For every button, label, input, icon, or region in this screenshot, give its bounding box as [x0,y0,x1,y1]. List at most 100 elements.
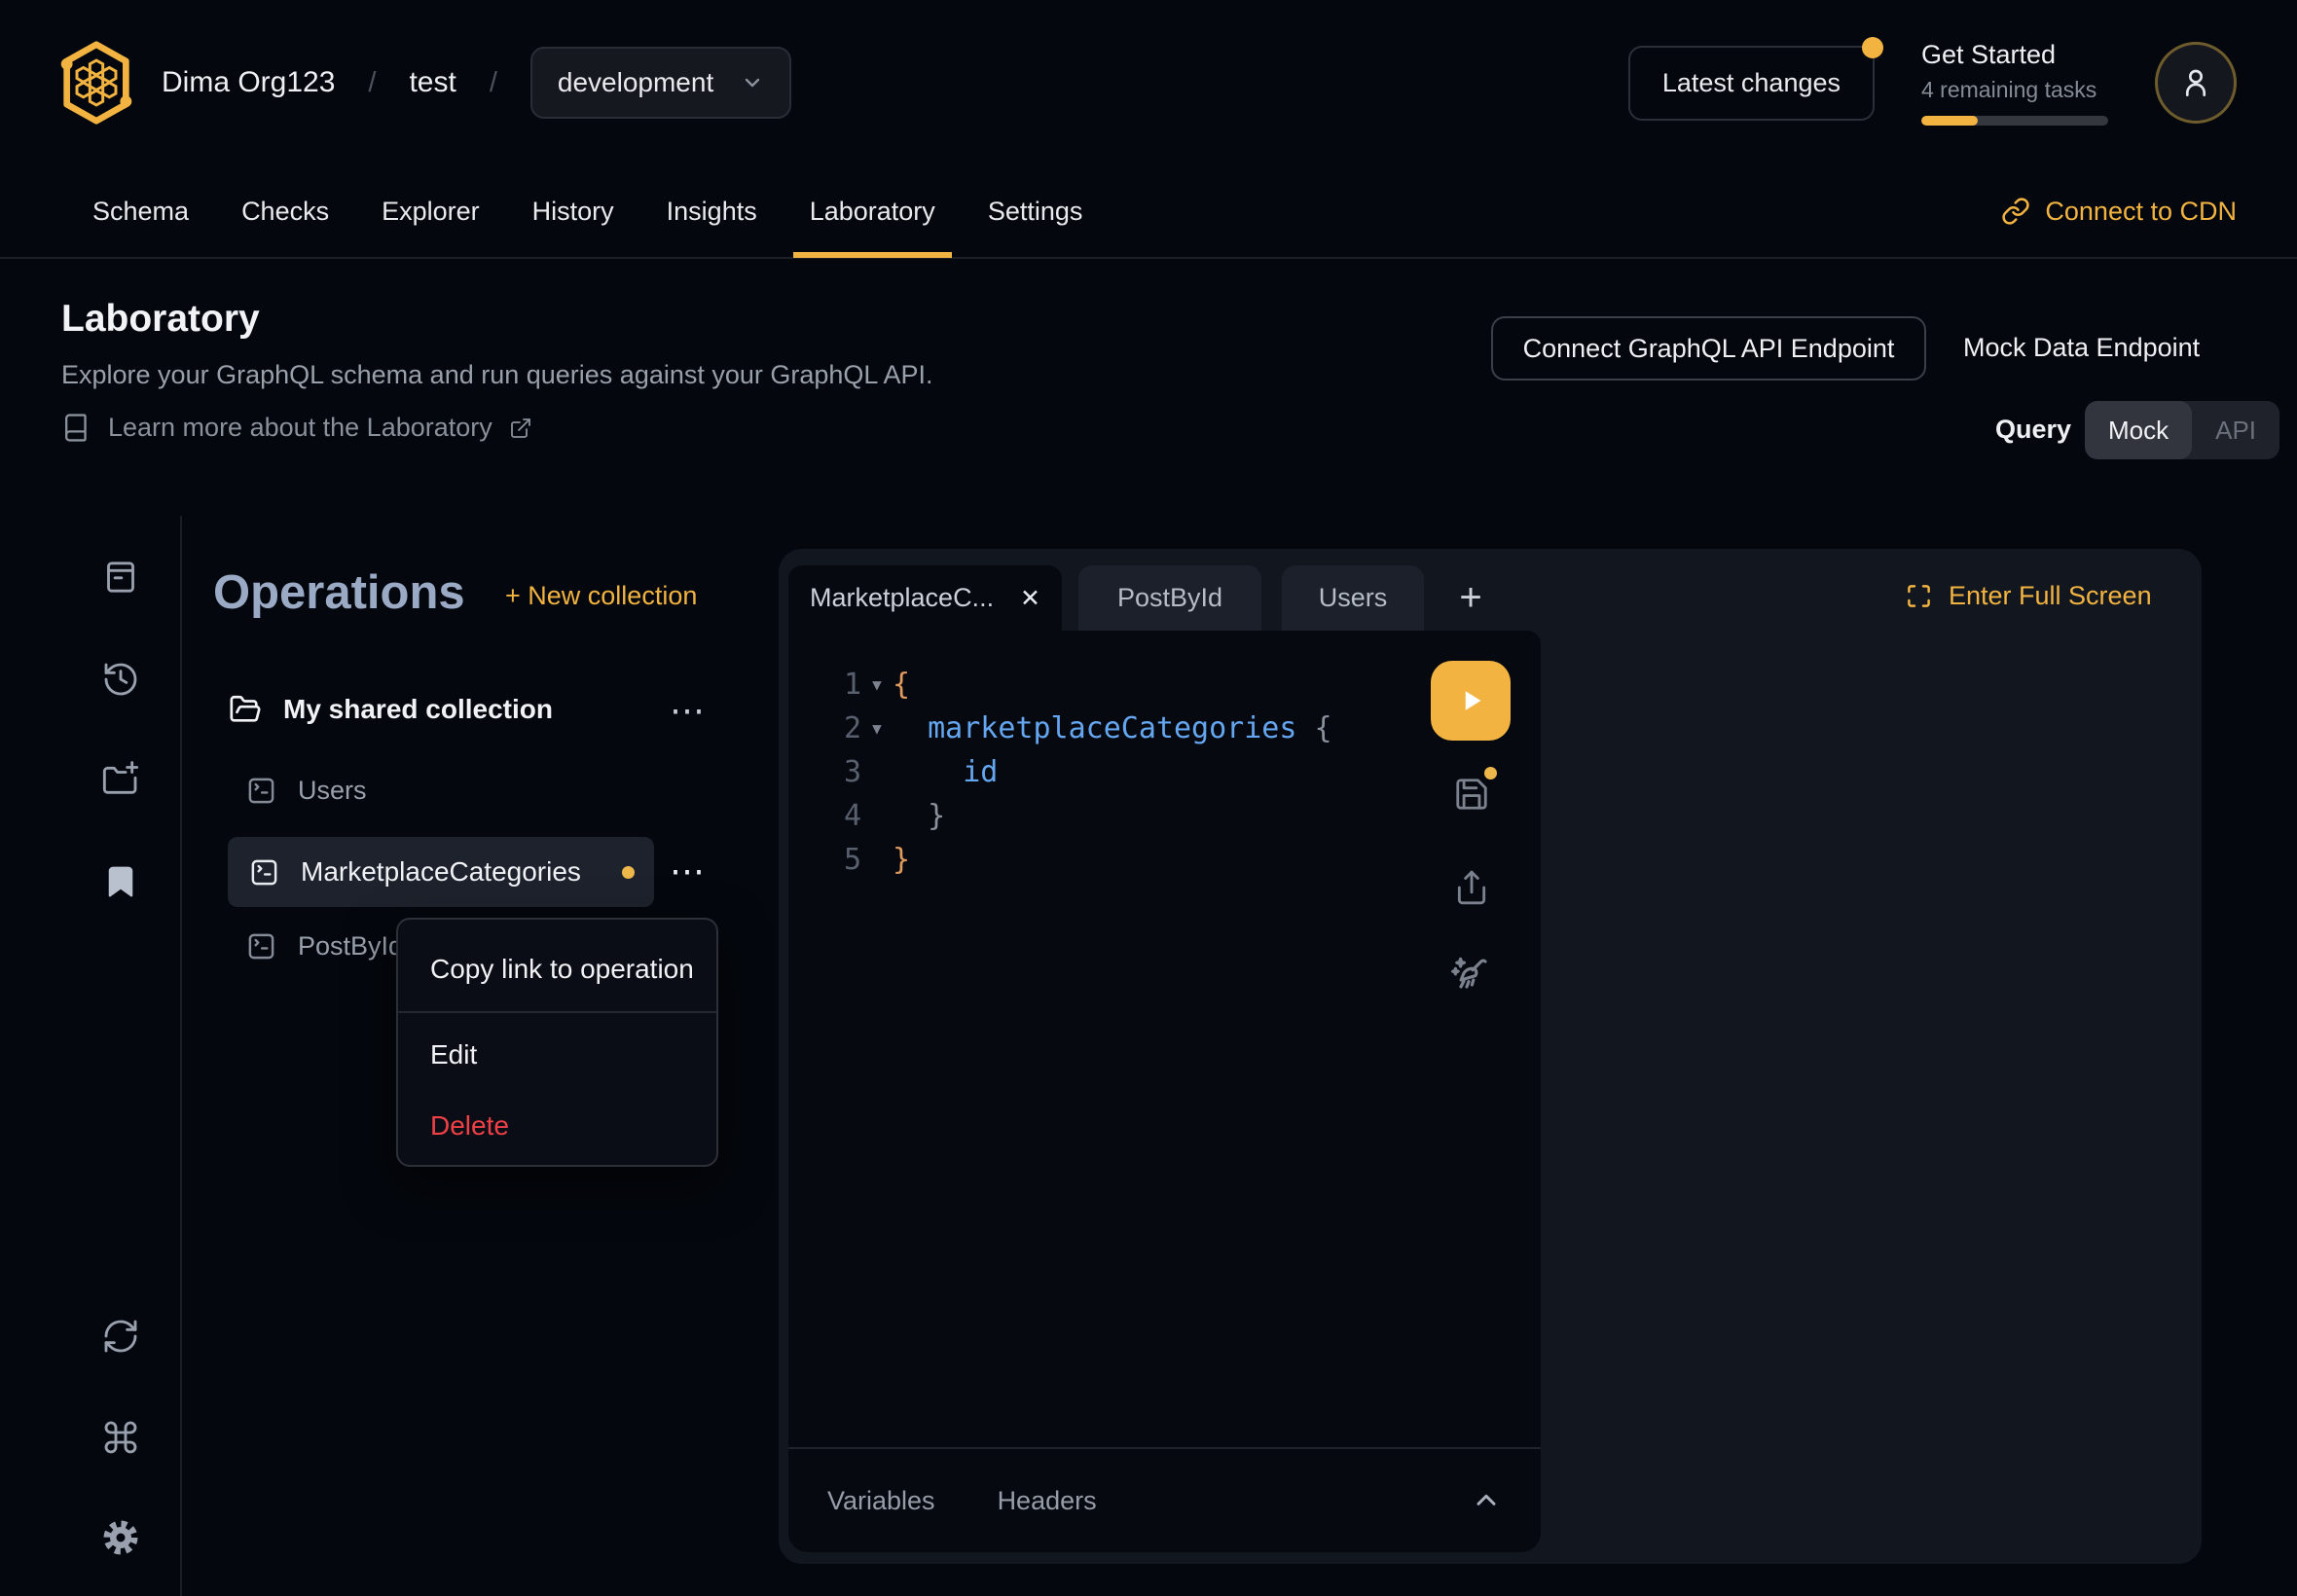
latest-changes-button[interactable]: Latest changes [1628,46,1875,121]
query-mode-api[interactable]: API [2192,401,2279,459]
hive-logo-icon[interactable] [60,40,132,126]
menu-item-delete[interactable]: Delete [430,1110,509,1142]
query-mode-toggle: Mock API [2085,401,2279,459]
editor-tab-label: PostById [1117,583,1222,613]
tab-insights[interactable]: Insights [650,164,774,258]
connect-graphql-endpoint-button[interactable]: Connect GraphQL API Endpoint [1491,316,1926,381]
unsaved-changes-dot [1484,767,1497,780]
breadcrumb-separator: / [490,67,497,99]
operation-item-postbyid[interactable]: PostById [246,931,403,961]
query-editor[interactable]: 1 ▼ { 2 ▼ marketplaceCategories { 3 id 4 [788,631,1541,1552]
notification-dot [1862,37,1883,58]
tab-explorer[interactable]: Explorer [365,164,496,258]
get-started-progress-track [1921,116,2108,126]
collapse-panel-chevron-up-icon[interactable] [1471,1485,1502,1516]
link-icon [2001,197,2030,226]
learn-more-link[interactable]: Learn more about the Laboratory [61,413,532,443]
environment-dropdown[interactable]: development [530,47,791,119]
operation-item-users[interactable]: Users [246,776,367,806]
query-mode-mock[interactable]: Mock [2085,401,2192,459]
tab-headers[interactable]: Headers [998,1486,1097,1516]
external-link-icon [509,417,532,440]
user-avatar[interactable] [2155,42,2237,124]
folder-open-icon [229,693,262,726]
query-mode-label: Query [1995,415,2071,445]
editor-tab-marketplacecategories[interactable]: MarketplaceC... ✕ [788,565,1062,631]
collection-name: My shared collection [283,694,553,725]
environment-dropdown-value: development [558,67,713,98]
mock-data-endpoint-button[interactable]: Mock Data Endpoint [1963,333,2200,363]
share-operation-button[interactable] [1453,869,1490,906]
operation-context-menu: Copy link to operation Edit Delete [396,918,718,1167]
save-operation-button[interactable] [1453,776,1490,813]
tab-schema[interactable]: Schema [76,164,205,258]
breadcrumb-project[interactable]: test [409,66,456,99]
editor-tab-postbyid[interactable]: PostById [1078,565,1261,631]
play-icon [1453,683,1488,718]
code-lines: 1 ▼ { 2 ▼ marketplaceCategories { 3 id 4 [788,663,1541,882]
operation-label: MarketplaceCategories [301,856,581,888]
tab-checks[interactable]: Checks [225,164,346,258]
new-collection-button[interactable]: + New collection [505,581,697,611]
chevron-down-icon [741,71,764,94]
fold-arrow-icon[interactable]: ▼ [861,675,893,694]
add-tab-button[interactable]: + [1443,565,1498,631]
breadcrumb-org[interactable]: Dima Org123 [162,66,335,99]
refresh-icon[interactable] [101,1317,140,1356]
get-started-title: Get Started [1921,40,2108,70]
fold-arrow-icon[interactable]: ▼ [861,719,893,738]
line-number: 5 [788,843,861,877]
get-started-widget[interactable]: Get Started 4 remaining tasks [1921,40,2108,126]
operation-terminal-icon [246,931,276,961]
laboratory-panel: MarketplaceC... ✕ PostById Users + Enter… [779,549,2202,1564]
new-operation-folder-plus-icon[interactable] [101,760,140,799]
operation-terminal-icon [249,857,279,888]
command-shortcuts-icon[interactable] [101,1418,140,1457]
code-token: { [1296,711,1331,745]
tab-history[interactable]: History [516,164,631,258]
operation-item-marketplacecategories-selected[interactable]: MarketplaceCategories [228,837,654,907]
sidebar-divider [180,516,182,1596]
editor-tab-users[interactable]: Users [1282,565,1424,631]
enter-fullscreen-button[interactable]: Enter Full Screen [1906,581,2152,611]
menu-divider [398,1011,716,1013]
prettify-query-button[interactable] [1447,953,1494,999]
gear-icon[interactable] [101,1518,140,1557]
code-line: 1 ▼ { [788,663,1541,707]
breadcrumb-separator: / [368,67,376,99]
menu-item-edit[interactable]: Edit [430,1039,477,1070]
nav-tabs: Schema Checks Explorer History Insights … [76,164,1099,258]
collection-my-shared-collection[interactable]: My shared collection [229,693,553,726]
operation-terminal-icon [246,776,276,806]
tab-settings[interactable]: Settings [971,164,1100,258]
collection-menu-button[interactable]: ⋯ [670,693,706,728]
tab-laboratory[interactable]: Laboratory [793,164,952,258]
tab-variables[interactable]: Variables [827,1486,935,1516]
code-line: 2 ▼ marketplaceCategories { [788,707,1541,750]
app-root: { "header": { "org_name": "Dima Org123",… [0,0,2297,1596]
collections-archive-icon[interactable] [101,558,140,597]
operation-label: PostById [298,931,403,961]
code-line: 4 } [788,794,1541,838]
execute-query-button[interactable] [1431,661,1511,741]
fullscreen-icon [1906,583,1932,609]
code-token: marketplaceCategories [893,711,1296,745]
operation-label: Users [298,776,367,806]
code-line: 3 id [788,750,1541,794]
menu-item-copy-link[interactable]: Copy link to operation [430,954,694,985]
header-right: Latest changes Get Started 4 remaining t… [1628,40,2237,126]
operations-title: Operations [213,565,465,620]
editor-tab-label: Users [1319,583,1388,613]
code-token: } [893,799,945,833]
bookmark-icon[interactable] [101,862,140,901]
connect-to-cdn-button[interactable]: Connect to CDN [2001,197,2237,227]
code-token: id [893,755,998,789]
code-token: { [893,668,910,702]
editor-bottom-bar: Variables Headers [788,1447,1541,1552]
operation-menu-button[interactable]: ⋯ [670,853,706,889]
close-tab-icon[interactable]: ✕ [1020,584,1040,613]
line-number: 2 [788,711,861,745]
page-subtitle: Explore your GraphQL schema and run quer… [61,360,932,390]
history-icon[interactable] [101,660,140,699]
editor-tab-label: MarketplaceC... [810,583,994,613]
